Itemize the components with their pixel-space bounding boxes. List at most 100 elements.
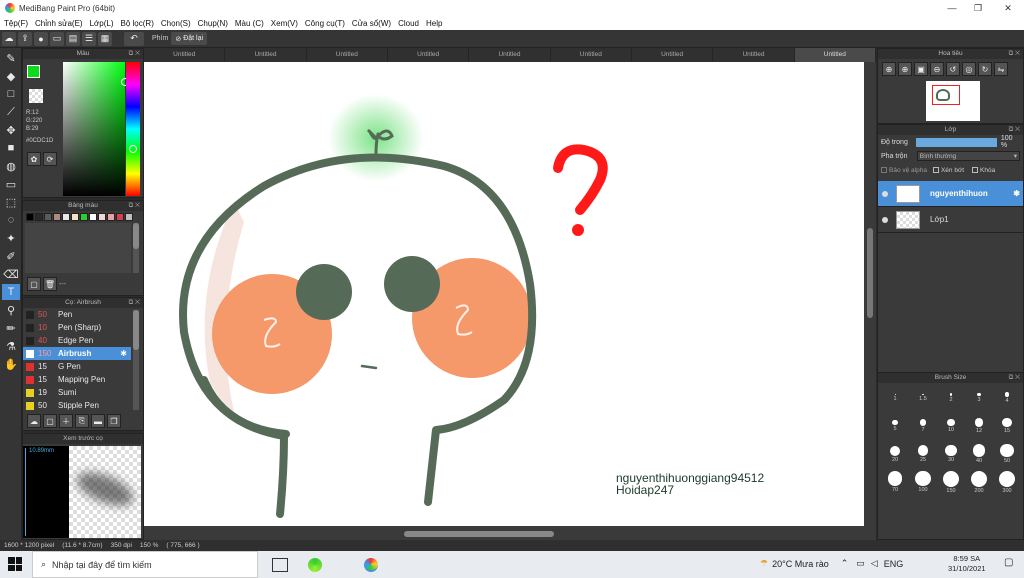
palette-scrollbar[interactable]: [133, 223, 139, 273]
shape-tool-icon[interactable]: □: [2, 86, 20, 102]
brush-item-airbrush[interactable]: 150 Airbrush ✱: [23, 347, 131, 360]
zoom-in-icon[interactable]: ⊕: [882, 62, 896, 76]
brush-size-option[interactable]: 10: [938, 413, 964, 439]
windows-start-icon[interactable]: [8, 557, 22, 571]
brush-new-icon[interactable]: ▢: [43, 414, 57, 428]
brush-size-option[interactable]: 30: [938, 441, 964, 467]
palette-swatch[interactable]: [44, 213, 52, 221]
layer-item[interactable]: Lớp1: [878, 207, 1023, 233]
brush-size-option[interactable]: 200: [966, 469, 992, 495]
brush-item-pen-sharp[interactable]: 10 Pen (Sharp): [23, 321, 131, 334]
menu-snap[interactable]: Chụp(N): [194, 19, 231, 28]
brush-item-edge-pen[interactable]: 40 Edge Pen: [23, 334, 131, 347]
list-icon[interactable]: ☰: [82, 31, 96, 46]
tab-document[interactable]: Untitled: [307, 48, 388, 62]
notification-icon[interactable]: ▢: [1004, 557, 1013, 568]
color-wheel-icon[interactable]: ✿: [27, 152, 41, 166]
brush-size-option[interactable]: 5: [882, 413, 908, 439]
brush-size-option[interactable]: 7: [910, 413, 936, 439]
rotate-right-icon[interactable]: ↻: [978, 62, 992, 76]
hue-slider[interactable]: [126, 62, 140, 196]
saturation-value-picker[interactable]: [63, 62, 129, 196]
opacity-slider[interactable]: [915, 137, 997, 147]
panel-close-icon[interactable]: ⧉ ✕: [1009, 49, 1020, 59]
brush-item-sumi[interactable]: 19 Sumi: [23, 386, 131, 399]
taskbar-search-box[interactable]: ⌕ Nhập tại đây để tìm kiếm: [32, 551, 258, 578]
scroll-thumb[interactable]: [867, 228, 873, 318]
move-tool-icon[interactable]: ✥: [2, 122, 20, 138]
menu-help[interactable]: Help: [422, 19, 445, 28]
brush-size-option[interactable]: 1: [882, 385, 908, 411]
brush-size-option[interactable]: 2: [938, 385, 964, 411]
color-picker-icon[interactable]: ⟳: [43, 152, 57, 166]
medibang-taskbar-icon[interactable]: [364, 557, 378, 572]
zoom-out-icon[interactable]: ⊖: [930, 62, 944, 76]
blend-mode-select[interactable]: Bình thường ▾: [916, 151, 1020, 161]
brush-size-option[interactable]: 50: [994, 441, 1020, 467]
pen-tool-icon[interactable]: ✏: [2, 320, 20, 336]
menu-window[interactable]: Cửa sổ(W): [348, 19, 394, 28]
tab-document[interactable]: Untitled: [632, 48, 714, 62]
comment-icon[interactable]: ●: [34, 31, 48, 46]
new-palette-icon[interactable]: ▢: [27, 277, 41, 291]
hand-tool-icon[interactable]: ✋: [2, 356, 20, 372]
panel-close-icon[interactable]: ⧉ ✕: [1009, 373, 1020, 383]
palette-swatch[interactable]: [71, 213, 79, 221]
tab-document[interactable]: Untitled: [551, 48, 632, 62]
chat-icon[interactable]: ▭: [50, 31, 64, 46]
brush-size-option[interactable]: 100: [910, 469, 936, 495]
zoom-in-alt-icon[interactable]: ⊕: [898, 62, 912, 76]
grid-icon[interactable]: ▦: [98, 31, 112, 46]
menu-filter[interactable]: Bộ lọc(R): [117, 19, 157, 28]
select-pen-tool-icon[interactable]: ✐: [2, 248, 20, 264]
reset-button[interactable]: ⊘ Đặt lại: [171, 32, 208, 45]
menu-file[interactable]: Tệp(F): [0, 19, 31, 28]
palette-swatch[interactable]: [80, 213, 88, 221]
palette-swatch[interactable]: [107, 213, 115, 221]
tab-document[interactable]: Untitled: [713, 48, 795, 62]
palette-swatch[interactable]: [26, 213, 34, 221]
brush-size-option[interactable]: 12: [966, 413, 992, 439]
brush-cloud-icon[interactable]: ☁: [27, 414, 41, 428]
brush-size-option[interactable]: 20: [882, 441, 908, 467]
scroll-thumb[interactable]: [404, 531, 554, 537]
menu-cloud[interactable]: Cloud: [394, 19, 422, 28]
lasso-tool-icon[interactable]: ◌: [2, 212, 20, 228]
canvas-vertical-scrollbar[interactable]: [864, 62, 876, 540]
brush-copy-icon[interactable]: ⎘: [75, 414, 89, 428]
brush-size-option[interactable]: 150: [938, 469, 964, 495]
canvas-area[interactable]: nguyenthihuonggiang94512 Hoidap247: [144, 62, 876, 540]
brush-tool-icon[interactable]: ✎: [2, 50, 20, 66]
delete-palette-icon[interactable]: 🗑: [43, 277, 57, 291]
undo-icon[interactable]: ↶: [124, 31, 144, 46]
tray-chevron-icon[interactable]: ⌃: [841, 558, 849, 569]
menu-layer[interactable]: Lớp(L): [86, 19, 117, 28]
brush-item-pen[interactable]: 50 Pen: [23, 308, 131, 321]
palette-swatch[interactable]: [125, 213, 133, 221]
brush-size-option[interactable]: 3: [966, 385, 992, 411]
brush-add-icon[interactable]: ＋: [59, 414, 73, 428]
tab-document[interactable]: Untitled: [469, 48, 551, 62]
protect-alpha-checkbox[interactable]: [881, 167, 887, 173]
fill-rect-tool-icon[interactable]: ■: [2, 140, 20, 156]
divide-tool-icon[interactable]: ⚲: [2, 302, 20, 318]
panel-close-icon[interactable]: ⧉ ✕: [129, 201, 140, 211]
maximize-button[interactable]: ❐: [964, 0, 992, 16]
menu-select[interactable]: Chọn(S): [157, 19, 194, 28]
minimize-button[interactable]: —: [938, 0, 966, 16]
flip-icon[interactable]: ⇋: [994, 62, 1008, 76]
menu-color[interactable]: Màu (C): [231, 19, 267, 28]
bucket-tool-icon[interactable]: ◍: [2, 158, 20, 174]
brush-folder-icon[interactable]: ▬: [91, 414, 105, 428]
tab-document[interactable]: Untitled: [225, 48, 307, 62]
brush-size-option[interactable]: 40: [966, 441, 992, 467]
palette-more[interactable]: ---: [59, 281, 66, 288]
close-button[interactable]: ✕: [994, 0, 1022, 16]
task-view-icon[interactable]: [272, 557, 288, 572]
palette-swatch[interactable]: [116, 213, 124, 221]
fit-icon[interactable]: ▣: [914, 62, 928, 76]
layer-item-selected[interactable]: nguyenthihuon ✱: [878, 181, 1023, 207]
palette-swatch[interactable]: [98, 213, 106, 221]
clipping-checkbox[interactable]: [932, 167, 939, 173]
menu-view[interactable]: Xem(V): [267, 19, 301, 28]
